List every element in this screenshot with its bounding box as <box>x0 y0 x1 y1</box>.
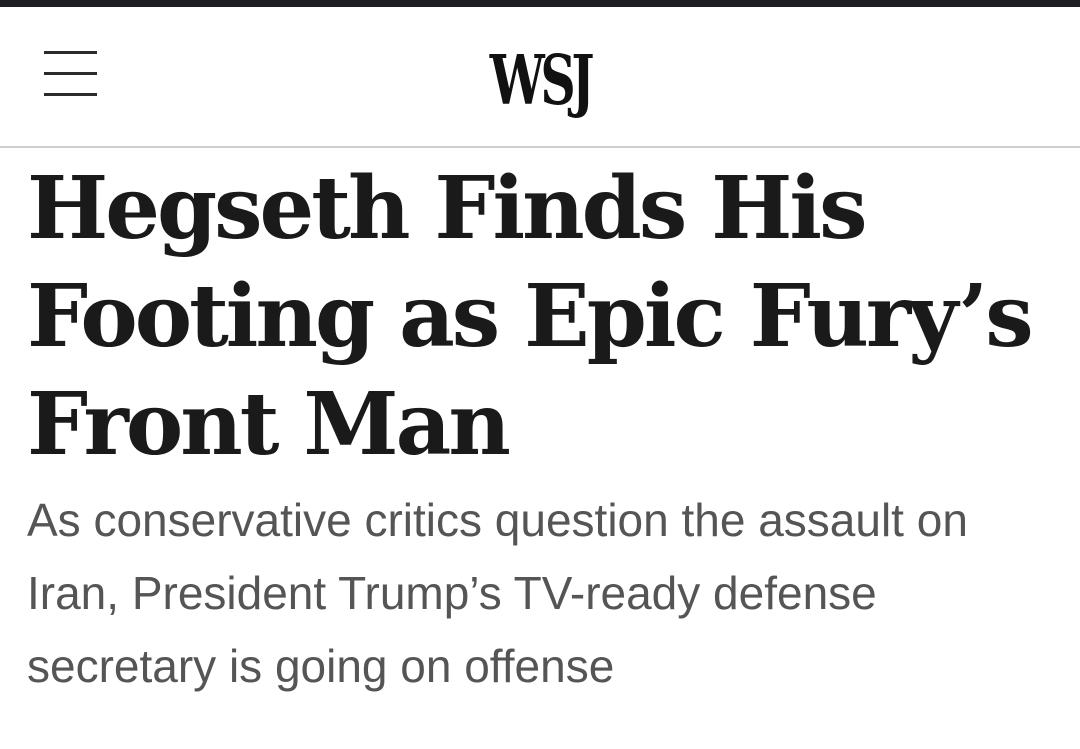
headline-line-3: Front Man <box>27 374 511 475</box>
site-header: WSJ <box>0 7 1080 146</box>
menu-line <box>44 72 97 75</box>
article-headline: Hegseth Finds His Footing as Epic Fury’s… <box>27 155 1057 479</box>
menu-line <box>44 93 97 96</box>
headline-line-1: Hegseth Finds His <box>27 158 868 259</box>
article-dek: As conservative critics question the ass… <box>27 494 968 692</box>
wsj-logo[interactable]: WSJ <box>468 40 612 122</box>
status-bar-edge <box>0 0 1080 7</box>
menu-line <box>44 51 97 54</box>
header-divider <box>0 146 1080 148</box>
headline-line-2: Footing as Epic Fury’s <box>27 266 1034 367</box>
hamburger-menu-icon[interactable] <box>34 45 106 105</box>
